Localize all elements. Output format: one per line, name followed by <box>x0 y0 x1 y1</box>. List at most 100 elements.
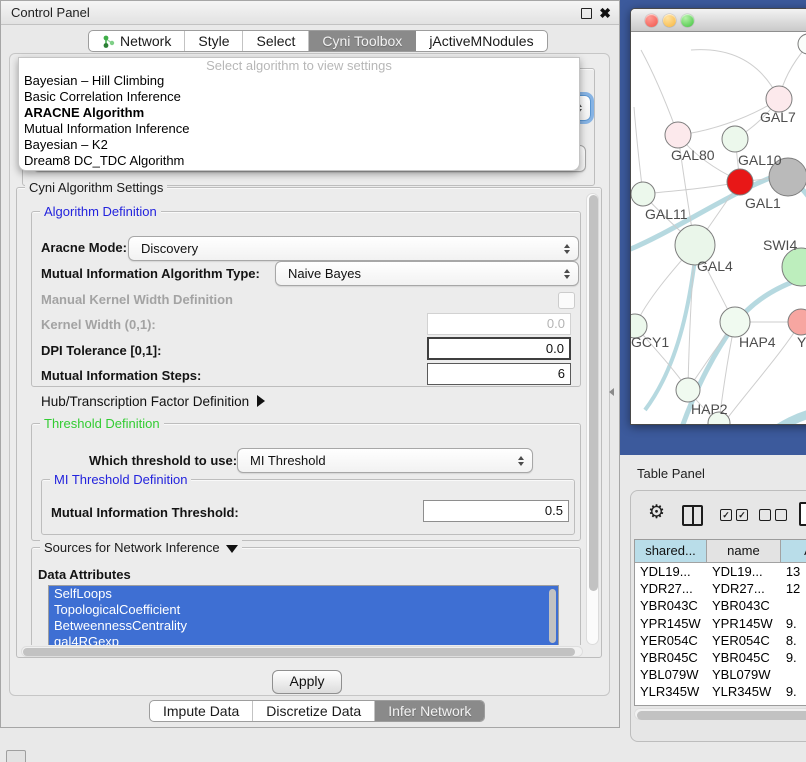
mac-minimize-icon[interactable] <box>663 14 676 27</box>
table-cell: YIL052C <box>707 701 781 707</box>
table-row[interactable]: YBR043CYBR043C <box>635 597 806 614</box>
attribute-item-topologicalcoefficient[interactable]: TopologicalCoefficient <box>49 602 558 618</box>
graph-node[interactable] <box>798 34 806 54</box>
column-header-a[interactable]: A <box>781 540 806 562</box>
deselect-all-columns-icon[interactable] <box>759 509 787 521</box>
table-row[interactable]: YIL052CYIL052C9 <box>635 701 806 707</box>
node-label-gcy1: GCY1 <box>631 334 669 350</box>
table-hscroll-thumb[interactable] <box>637 711 806 720</box>
network-canvas[interactable]: GAL7GAL80GAL10GAL1GAL11GAL4SWI4GCY1HAP4Y… <box>631 32 806 425</box>
list-scrollbar[interactable] <box>549 589 556 643</box>
tab-infer-network[interactable]: Infer Network <box>375 701 484 721</box>
node-label-gal7: GAL7 <box>760 109 796 125</box>
panel-collapse-arrow-icon[interactable] <box>609 388 614 396</box>
graph-node-gal80[interactable] <box>665 122 691 148</box>
attribute-item-gal4rgexp[interactable]: gal4RGexp <box>49 634 558 645</box>
data-attributes-list[interactable]: SelfLoopsTopologicalCoefficientBetweenne… <box>48 585 559 645</box>
popup-placeholder: Select algorithm to view settings <box>19 58 579 73</box>
mac-close-icon[interactable] <box>645 14 658 27</box>
column-view-icon[interactable] <box>682 505 703 526</box>
graph-node-y[interactable] <box>788 309 806 335</box>
column-header-shared[interactable]: shared... <box>635 540 707 562</box>
mi-steps-label: Mutual Information Steps: <box>41 368 201 383</box>
node-label-hap4: HAP4 <box>739 334 776 350</box>
tab-impute-data[interactable]: Impute Data <box>150 701 253 721</box>
graph-node-swi4[interactable] <box>782 248 806 286</box>
dpi-tolerance-input[interactable]: 0.0 <box>427 337 571 360</box>
table-row[interactable]: YBL079WYBL079W <box>635 666 806 683</box>
graph-node-hap2[interactable] <box>676 378 700 402</box>
tab-style[interactable]: Style <box>185 31 243 51</box>
algorithm-option-bayesian-hill-climbing[interactable]: Bayesian – Hill Climbing <box>19 73 579 89</box>
algorithm-option-dream8-dc-tdc-algorithm[interactable]: Dream8 DC_TDC Algorithm <box>19 153 579 169</box>
combo-arrows-icon <box>564 244 570 254</box>
algorithm-option-aracne-algorithm[interactable]: ARACNE Algorithm <box>19 105 579 121</box>
kernel-width-input[interactable]: 0.0 <box>427 313 571 335</box>
table-row[interactable]: YPR145WYPR145W9. <box>635 615 806 632</box>
column-header-name[interactable]: name <box>707 540 781 562</box>
mi-threshold-definition-title: MI Threshold Definition <box>50 472 191 487</box>
manual-kernel-label: Manual Kernel Width Definition <box>41 292 233 307</box>
close-icon[interactable]: ✖ <box>599 2 611 24</box>
table-row[interactable]: YDR27...YDR27...12 <box>635 580 806 597</box>
mi-threshold-input[interactable]: 0.5 <box>423 500 569 522</box>
settings-hscroll-thumb[interactable] <box>23 648 575 656</box>
table-cell: YDL19... <box>707 563 781 580</box>
mac-zoom-icon[interactable] <box>681 14 694 27</box>
table-panel-dock: Table Panel ⚙ ✓✓ shared...nameA YDL19...… <box>620 455 806 762</box>
mi-steps-input[interactable]: 6 <box>427 363 571 385</box>
graph-node-gal10[interactable] <box>722 126 748 152</box>
minimized-panel-button[interactable] <box>6 750 26 762</box>
table-cell: YDL19... <box>635 563 707 580</box>
aracne-mode-combo[interactable]: Discovery <box>128 236 579 261</box>
gear-icon[interactable]: ⚙ <box>648 502 665 524</box>
settings-horizontal-scrollbar[interactable] <box>21 646 583 657</box>
table-row[interactable]: YDL19...YDL19...13 <box>635 563 806 580</box>
tab-discretize-data[interactable]: Discretize Data <box>253 701 375 721</box>
apply-button[interactable]: Apply <box>272 670 342 694</box>
graph-node-gal1[interactable] <box>727 169 753 195</box>
table-cell: YBR045C <box>635 649 707 666</box>
attribute-item-selfloops[interactable]: SelfLoops <box>49 586 558 602</box>
mi-type-value: Naive Bayes <box>288 266 361 281</box>
table-cell: 13 <box>781 563 806 580</box>
settings-vscroll-thumb[interactable] <box>589 195 598 591</box>
hub-definition-label: Hub/Transcription Factor Definition <box>41 394 249 409</box>
graph-node-hap4[interactable] <box>720 307 750 337</box>
settings-vertical-scrollbar[interactable] <box>586 193 599 645</box>
control-panel-tabbar: NetworkStyleSelectCyni ToolboxjActiveMNo… <box>88 30 548 52</box>
table-row[interactable]: YBR045CYBR045C9. <box>635 649 806 666</box>
settings-group-title: Cyni Algorithm Settings <box>25 180 167 195</box>
application-root: Control Panel ✖ NetworkStyleSelectCyni T… <box>0 0 806 762</box>
node-label-gal10: GAL10 <box>738 152 782 168</box>
float-window-icon[interactable] <box>581 8 592 19</box>
tab-network[interactable]: Network <box>89 31 185 51</box>
kernel-width-label: Kernel Width (0,1): <box>41 317 156 332</box>
table-row[interactable]: YER054CYER054C8. <box>635 632 806 649</box>
attribute-item-betweennesscentrality[interactable]: BetweennessCentrality <box>49 618 558 634</box>
algorithm-option-mutual-information-inference[interactable]: Mutual Information Inference <box>19 121 579 137</box>
tab-cyni-toolbox[interactable]: Cyni Toolbox <box>309 31 416 51</box>
algorithm-option-bayesian-k2[interactable]: Bayesian – K2 <box>19 137 579 153</box>
mi-type-combo[interactable]: Naive Bayes <box>275 261 579 286</box>
tab-jactivemnodules[interactable]: jActiveMNodules <box>416 31 546 51</box>
table-panel-title: Table Panel <box>637 466 705 481</box>
algorithm-option-basic-correlation-inference[interactable]: Basic Correlation Inference <box>19 89 579 105</box>
algorithm-definition-title: Algorithm Definition <box>40 204 161 219</box>
hub-definition-toggle[interactable]: Hub/Transcription Factor Definition <box>41 394 265 409</box>
node-label-hap2: HAP2 <box>691 401 728 417</box>
cyni-algorithm-settings-group: Cyni Algorithm Settings Algorithm Defini… <box>16 187 602 658</box>
chevron-down-icon <box>226 545 238 553</box>
manual-kernel-checkbox[interactable] <box>558 292 575 309</box>
graph-edge <box>644 182 740 194</box>
tab-select[interactable]: Select <box>243 31 309 51</box>
network-icon <box>102 35 115 48</box>
table-header-row: shared...nameA <box>635 540 806 563</box>
document-icon[interactable] <box>799 502 806 526</box>
table-row[interactable]: YLR345WYLR345W9. <box>635 683 806 700</box>
graph-node-gal11[interactable] <box>631 182 655 206</box>
which-threshold-combo[interactable]: MI Threshold <box>237 448 533 473</box>
select-all-columns-icon[interactable]: ✓✓ <box>720 509 748 521</box>
table-horizontal-scrollbar[interactable] <box>634 708 806 720</box>
table-cell: 9. <box>781 649 806 666</box>
